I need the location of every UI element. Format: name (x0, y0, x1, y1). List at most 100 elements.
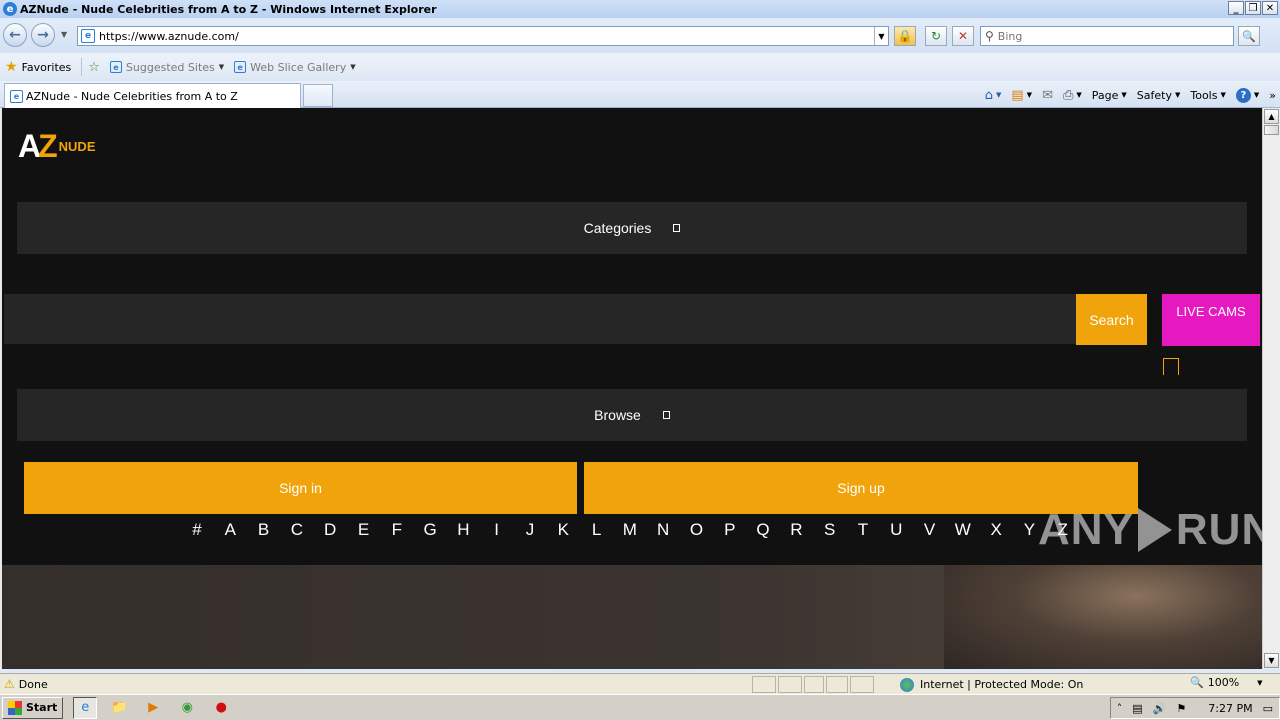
divider (81, 58, 83, 76)
lock-icon[interactable]: 🔒 (894, 26, 916, 46)
letter-link[interactable]: K (551, 520, 575, 540)
letter-link[interactable]: X (984, 520, 1008, 540)
back-button[interactable]: ← (3, 23, 27, 47)
dropdown-box-icon (662, 411, 670, 419)
zoom-level: 100% (1207, 676, 1240, 689)
categories-dropdown[interactable]: Categories (17, 202, 1247, 254)
browse-dropdown[interactable]: Browse (17, 389, 1247, 441)
letter-link[interactable]: T (851, 520, 875, 540)
page-menu[interactable]: Page ▼ (1092, 89, 1127, 102)
search-go-icon[interactable]: 🔍 (1238, 26, 1260, 46)
chevron-down-icon: ▼ (350, 63, 356, 71)
watermark-left: ANY (1038, 505, 1134, 554)
logo-nude: NUDE (58, 139, 96, 154)
star-icon: ★ (5, 59, 18, 75)
feeds-icon[interactable]: ▤ ▼ (1011, 88, 1032, 103)
web-slice-gallery-link[interactable]: e Web Slice Gallery ▼ (234, 61, 356, 74)
live-cams-button[interactable]: LIVE CAMS (1162, 294, 1260, 346)
help-menu[interactable]: ? ▼ (1235, 87, 1259, 103)
scroll-down-icon[interactable]: ▼ (1264, 653, 1279, 668)
tools-menu[interactable]: Tools ▼ (1190, 89, 1226, 102)
tray-expand-icon[interactable]: ˄ (1117, 702, 1123, 715)
letter-link[interactable]: A (218, 520, 242, 540)
letter-link[interactable]: G (418, 520, 442, 540)
letter-link[interactable]: W (951, 520, 975, 540)
letter-link[interactable]: F (385, 520, 409, 540)
letter-link[interactable]: D (318, 520, 342, 540)
opera-icon[interactable]: ● (209, 697, 233, 719)
quick-launch: e 📁 ▶ ◉ ● (73, 696, 233, 719)
site-search-input[interactable] (4, 294, 1076, 344)
safety-menu[interactable]: Safety ▼ (1137, 89, 1181, 102)
site-logo[interactable]: AZ NUDE (18, 130, 96, 162)
sign-in-button[interactable]: Sign in (24, 462, 577, 514)
ie-taskbar-icon[interactable]: e (73, 696, 98, 719)
letter-link[interactable]: U (884, 520, 908, 540)
letter-link[interactable]: J (518, 520, 542, 540)
title-bar: e AZNude - Nude Celebrities from A to Z … (0, 0, 1280, 18)
letter-link[interactable]: S (818, 520, 842, 540)
address-row: ← → ▼ e https://www.aznude.com/ ▼ 🔒 ↻ ✕ … (0, 18, 1280, 53)
zone-text: Internet | Protected Mode: On (920, 678, 1084, 691)
tab-aznude[interactable]: e AZNude - Nude Celebrities from A to Z (4, 83, 301, 108)
letter-link[interactable]: N (651, 520, 675, 540)
scroll-up-icon[interactable]: ▲ (1264, 109, 1279, 124)
add-favorite-icon[interactable]: ☆ (88, 60, 100, 75)
clock: 7:27 PM (1208, 701, 1253, 715)
refresh-icon[interactable]: ↻ (925, 26, 947, 46)
chrome-icon[interactable]: ◉ (175, 697, 199, 719)
site-search-button[interactable]: Search (1076, 294, 1147, 345)
windows-flag-icon (8, 700, 22, 715)
flag-icon[interactable]: ⚑ (1176, 702, 1186, 715)
letter-link[interactable]: L (585, 520, 609, 540)
media-player-icon[interactable]: ▶ (141, 697, 165, 719)
categories-label: Categories (583, 220, 652, 236)
minimize-button[interactable]: _ (1228, 1, 1244, 15)
letter-link[interactable]: # (185, 520, 209, 540)
help-icon: ? (1235, 87, 1251, 103)
folder-icon[interactable]: 📁 (107, 697, 131, 719)
favorites-button[interactable]: ★ Favorites (5, 59, 71, 75)
security-zone[interactable]: Internet | Protected Mode: On (900, 676, 1083, 693)
print-icon[interactable]: ⎙ ▼ (1063, 88, 1082, 103)
ie-logo-icon: e (3, 2, 17, 16)
suggested-sites-link[interactable]: e Suggested Sites ▼ (109, 61, 224, 74)
url-dropdown-icon[interactable]: ▼ (874, 27, 888, 45)
letter-link[interactable]: I (485, 520, 509, 540)
letter-link[interactable]: V (918, 520, 942, 540)
restore-button[interactable]: ❐ (1245, 1, 1261, 15)
status-bar: ⚠ Done Internet | Protected Mode: On 🔍 1… (0, 673, 1280, 694)
url-text[interactable]: https://www.aznude.com/ (99, 30, 874, 43)
letter-link[interactable]: P (718, 520, 742, 540)
scroll-thumb[interactable] (1264, 125, 1279, 135)
letter-link[interactable]: O (684, 520, 708, 540)
history-dropdown-icon[interactable]: ▼ (61, 30, 67, 39)
new-tab-button[interactable] (303, 84, 333, 107)
letter-link[interactable]: Q (751, 520, 775, 540)
vertical-scrollbar[interactable]: ▲ ▼ (1262, 108, 1280, 669)
ie-page-icon: e (10, 89, 23, 103)
search-box[interactable]: ⚲ (980, 26, 1234, 46)
show-desktop-icon[interactable]: ▭ (1263, 702, 1273, 715)
home-icon[interactable]: ⌂ ▼ (985, 88, 1002, 103)
search-icon: ⚲ (985, 29, 994, 43)
mail-icon[interactable]: ✉ (1042, 88, 1053, 103)
letter-link[interactable]: B (252, 520, 276, 540)
zoom-control[interactable]: 🔍 100% ▼ (1190, 676, 1263, 689)
more-commands-icon[interactable]: » (1269, 89, 1276, 102)
volume-icon[interactable]: 🔊 (1153, 702, 1167, 715)
letter-link[interactable]: E (351, 520, 375, 540)
start-button[interactable]: Start (2, 696, 64, 719)
forward-button[interactable]: → (31, 23, 55, 47)
search-input[interactable] (997, 29, 1198, 43)
letter-link[interactable]: H (451, 520, 475, 540)
page-icon: e (81, 29, 95, 43)
letter-link[interactable]: M (618, 520, 642, 540)
close-button[interactable]: ✕ (1262, 1, 1278, 15)
letter-link[interactable]: C (285, 520, 309, 540)
address-bar[interactable]: e https://www.aznude.com/ ▼ (77, 26, 889, 46)
network-icon[interactable]: ▤ (1132, 702, 1142, 715)
letter-link[interactable]: R (784, 520, 808, 540)
stop-icon[interactable]: ✕ (952, 26, 974, 46)
system-tray: ˄ ▤ 🔊 ⚑ 7:27 PM ▭ (1109, 697, 1280, 719)
